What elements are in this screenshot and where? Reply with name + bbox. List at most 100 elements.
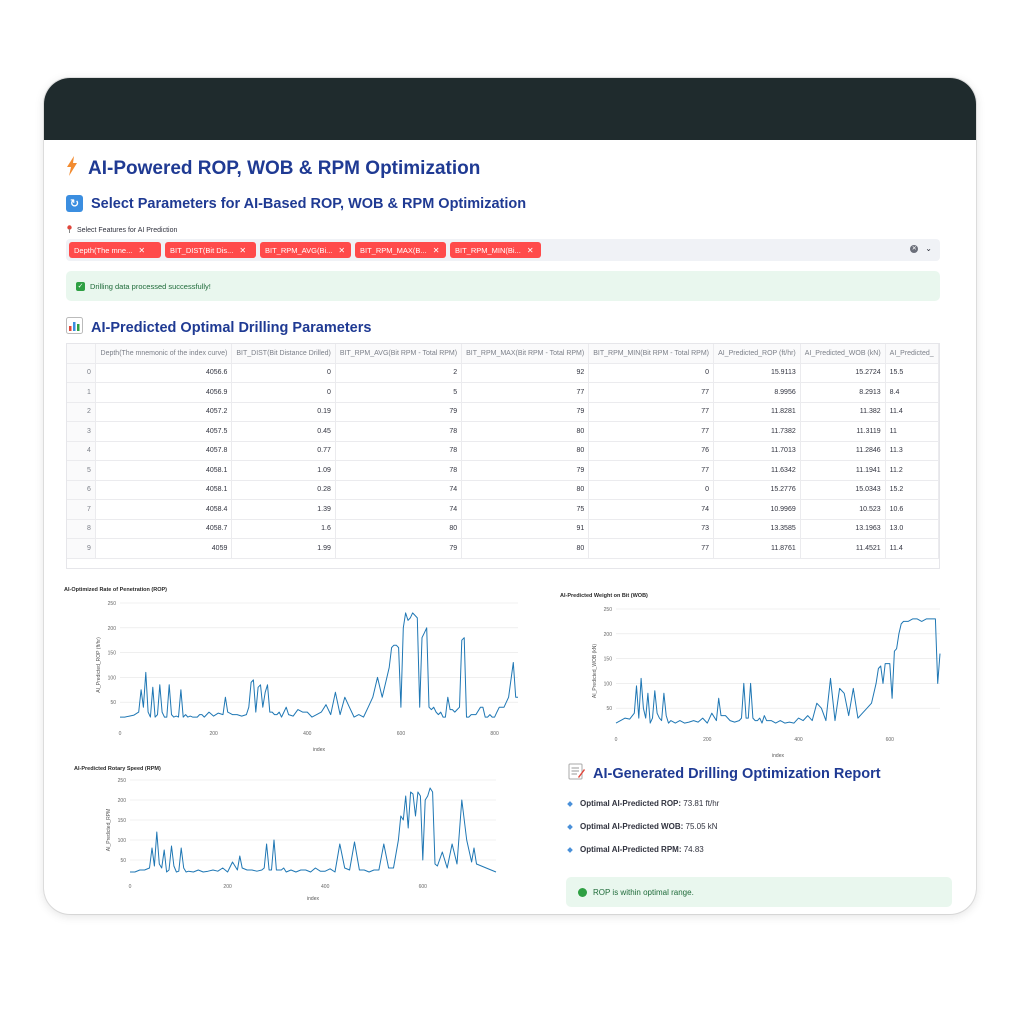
table-row[interactable]: 6 4058.1 0.28 74 80 0 15.2776 15.0343 15.2 <box>67 480 939 500</box>
table-cell: 4056.6 <box>95 363 233 383</box>
table-cell: 77 <box>588 538 715 559</box>
row-index-cell: 5 <box>67 460 96 481</box>
table-cell: 78 <box>335 441 463 461</box>
table-cell: 80 <box>461 538 590 559</box>
pin-icon <box>66 225 73 235</box>
table-cell: 11.8761 <box>713 538 801 559</box>
feature-chip-depth[interactable]: Depth(The mne... ✕ <box>69 242 161 258</box>
feature-chip-rpm-avg[interactable]: BIT_RPM_AVG(Bi... ✕ <box>260 242 351 258</box>
x-tick-label: 0 <box>129 884 132 890</box>
table-row[interactable]: 2 4057.2 0.19 79 79 77 11.8281 11.382 11.4 <box>67 402 939 422</box>
table-cell: 11.4 <box>885 538 939 559</box>
table-header-row: Depth(The mnemonic of the index curve) B… <box>67 344 939 364</box>
table-row[interactable]: 3 4057.5 0.45 78 80 77 11.7382 11.3119 11 <box>67 421 939 442</box>
table-cell: 78 <box>335 421 463 442</box>
table-cell: 0 <box>588 363 715 383</box>
feature-multiselect[interactable]: Depth(The mne... ✕ BIT_DIST(Bit Dis... ✕ B… <box>66 239 940 261</box>
rop-status-text: ROP is within optimal range. <box>593 887 694 897</box>
table-row[interactable]: 8 4058.7 1.6 80 91 73 13.3585 13.1963 13.0 <box>67 519 939 539</box>
y-axis-label: AI_Predicted_RPM <box>106 809 112 852</box>
table-cell: 11.382 <box>800 402 886 422</box>
remove-chip-icon[interactable]: ✕ <box>338 246 345 255</box>
table-row[interactable]: 7 4058.4 1.39 74 75 74 10.9969 10.523 10.6 <box>67 499 939 520</box>
chip-label: BIT_RPM_AVG(Bi... <box>265 245 333 255</box>
remove-chip-icon[interactable]: ✕ <box>239 246 246 255</box>
table-cell: 78 <box>335 460 463 481</box>
y-tick-label: 250 <box>118 778 127 784</box>
app-window: AI-Powered ROP, WOB & RPM Optimization ↻… <box>44 78 976 914</box>
table-cell: 15.2 <box>885 480 939 500</box>
col-header-pred-rop[interactable]: AI_Predicted_ROP (ft/hr) <box>713 344 801 364</box>
x-tick-label: 400 <box>303 731 312 737</box>
checkmark-icon: ✓ <box>76 281 85 291</box>
chevron-down-icon[interactable]: ⌄ <box>925 244 932 253</box>
col-header-depth[interactable]: Depth(The mnemonic of the index curve) <box>95 344 233 364</box>
success-message: Drilling data processed successfully! <box>90 281 211 291</box>
table-row[interactable]: 1 4056.9 0 5 77 77 8.9956 8.2913 8.4 <box>67 382 939 403</box>
diamond-bullet-icon <box>567 823 573 830</box>
report-item-rpm: Optimal AI-Predicted RPM: 74.83 <box>567 845 704 854</box>
table-cell: 79 <box>461 402 590 422</box>
table-row[interactable]: 4 4057.8 0.77 78 80 76 11.7013 11.2846 11.3 <box>67 441 939 461</box>
table-cell: 1.6 <box>231 519 336 539</box>
rop-chart[interactable]: 50 100 150 200 250 0 200 400 600 800 index AI_Predi… <box>58 595 524 755</box>
params-heading-text: Select Parameters for AI-Based ROP, WOB … <box>91 195 527 212</box>
table-cell: 13.1963 <box>800 519 886 539</box>
x-tick-label: 800 <box>490 731 499 737</box>
table-cell: 11.8281 <box>713 402 801 422</box>
col-header-rpm-max[interactable]: BIT_RPM_MAX(Bit RPM - Total RPM) <box>461 344 590 364</box>
success-alert: ✓ Drilling data processed successfully! <box>66 271 940 301</box>
col-header-pred-wob[interactable]: AI_Predicted_WOB (kN) <box>800 344 886 364</box>
col-header-pred-rpm[interactable]: AI_Predicted_ <box>885 344 939 364</box>
remove-chip-icon[interactable]: ✕ <box>433 246 440 255</box>
col-header-rpm-avg[interactable]: BIT_RPM_AVG(Bit RPM - Total RPM) <box>335 344 463 364</box>
table-row[interactable]: 9 4059 1.99 79 80 77 11.8761 11.4521 11.4 <box>67 538 939 559</box>
wob-chart-title: AI-Predicted Weight on Bit (WOB) <box>560 593 648 599</box>
x-tick-label: 200 <box>209 731 218 737</box>
table-cell: 4058.1 <box>95 480 233 500</box>
table-cell: 1.99 <box>231 538 336 559</box>
y-tick-label: 200 <box>118 798 127 804</box>
row-index-cell: 9 <box>67 538 96 559</box>
table-cell: 11.3119 <box>800 421 886 442</box>
y-tick-label: 150 <box>604 657 613 663</box>
table-cell: 4058.1 <box>95 460 233 481</box>
table-cell: 77 <box>588 421 715 442</box>
table-cell: 11.4521 <box>800 538 886 559</box>
col-header-bit-dist[interactable]: BIT_DIST(Bit Distance Drilled) <box>231 344 336 364</box>
feature-chip-rpm-max[interactable]: BIT_RPM_MAX(B... ✕ <box>355 242 446 258</box>
wob-chart[interactable]: 50 100 150 200 250 0 200 400 600 index AI_Predicte… <box>554 601 946 761</box>
report-item-rop: Optimal AI-Predicted ROP: 73.81 ft/hr <box>567 799 719 808</box>
table-row[interactable]: 5 4058.1 1.09 78 79 77 11.6342 11.1941 11.2 <box>67 460 939 481</box>
x-tick-label: 0 <box>615 737 618 743</box>
table-cell: 1.09 <box>231 460 336 481</box>
table-cell: 4058.4 <box>95 499 233 520</box>
table-row[interactable]: 0 4056.6 0 2 92 0 15.9113 15.2724 15.5 <box>67 363 939 383</box>
series-line <box>130 787 497 873</box>
feature-chip-rpm-min[interactable]: BIT_RPM_MIN(Bi... ✕ <box>450 242 541 258</box>
x-tick-label: 400 <box>794 737 803 743</box>
x-tick-label: 600 <box>397 731 406 737</box>
feature-chip-bit-dist[interactable]: BIT_DIST(Bit Dis... ✕ <box>165 242 256 258</box>
report-heading-text: AI-Generated Drilling Optimization Repor… <box>593 765 881 782</box>
row-index-cell: 1 <box>67 382 96 403</box>
page-title-text: AI-Powered ROP, WOB & RPM Optimization <box>88 158 481 179</box>
y-tick-label: 50 <box>606 706 612 712</box>
report-item-label: Optimal AI-Predicted RPM: <box>580 845 682 854</box>
predictions-table[interactable]: Depth(The mnemonic of the index curve) B… <box>66 343 940 569</box>
y-axis-label: AI_Predicted_ROP (ft/hr) <box>96 637 102 693</box>
remove-chip-icon[interactable]: ✕ <box>138 246 145 255</box>
col-header-rpm-min[interactable]: BIT_RPM_MIN(Bit RPM - Total RPM) <box>588 344 715 364</box>
table-cell: 8.4 <box>885 382 939 403</box>
table-cell: 77 <box>461 382 590 403</box>
table-cell: 5 <box>335 382 463 403</box>
rpm-chart[interactable]: 50 100 150 200 250 0 200 400 600 index AI_Predicte… <box>68 774 502 904</box>
remove-chip-icon[interactable]: ✕ <box>527 246 534 255</box>
bar-chart-icon <box>66 317 83 338</box>
table-cell: 11 <box>885 421 939 442</box>
app-header-bar <box>44 78 976 140</box>
clear-all-icon[interactable]: ✕ <box>910 244 919 253</box>
y-tick-label: 50 <box>110 700 116 706</box>
lightning-icon <box>66 156 78 182</box>
row-index-cell: 6 <box>67 480 96 500</box>
